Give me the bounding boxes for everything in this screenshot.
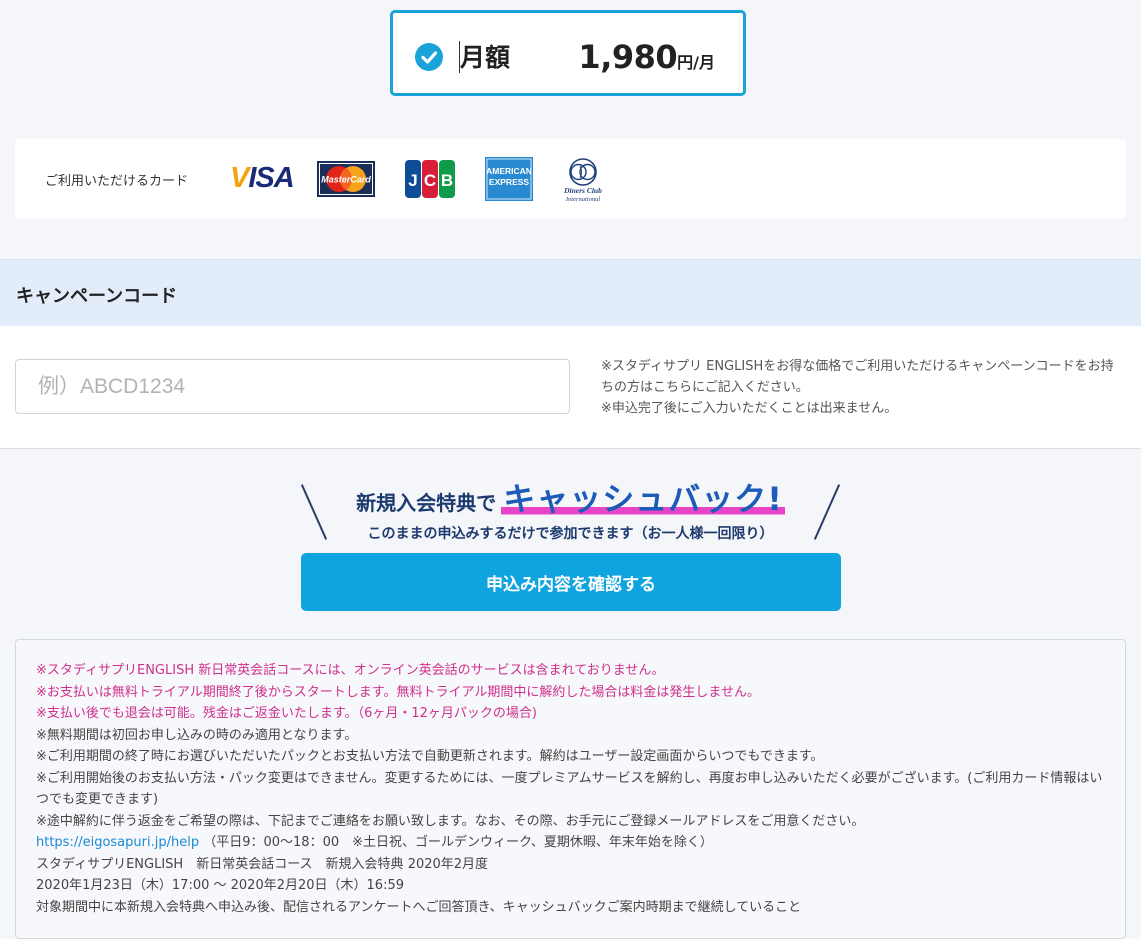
amex-logo-icon: AMERICAN EXPRESS	[485, 157, 533, 201]
mastercard-logo-icon: MasterCard	[317, 161, 375, 197]
note-line: ※ご利用期間の終了時にお選びいただいたパックとお支払い方法で自動更新されます。解…	[36, 749, 824, 764]
visa-logo-icon: VISA	[230, 162, 295, 194]
cashback-headline: 新規入会特典で キャッシュバック!	[0, 474, 1141, 520]
campaign-code-title: キャンペーンコード	[16, 286, 178, 307]
campaign-code-note: ※スタディサプリ ENGLISHをお得な価格でご利用いただけるキャンペーンコード…	[601, 356, 1121, 419]
accepted-cards-label: ご利用いただけるカード	[45, 174, 189, 189]
svg-text:MasterCard: MasterCard	[321, 175, 371, 185]
note-line-highlight: ※お支払いは無料トライアル期間終了後からスタートします。無料トライアル期間中に解…	[36, 684, 760, 700]
cashback-prefix: 新規入会特典で	[356, 491, 497, 515]
cashback-subtext: このままの申込みするだけで参加できます（お一人様一回限り）	[367, 526, 774, 542]
svg-text:Diners Club: Diners Club	[563, 186, 602, 195]
plan-price: 1,980円/月	[578, 39, 715, 81]
plan-price-unit: 円/月	[677, 53, 715, 72]
cashback-highlight: キャッシュバック!	[501, 474, 785, 520]
diners-logo-icon: Diners Club International	[555, 157, 611, 203]
plan-card[interactable]: 月額 1,980円/月	[390, 10, 746, 96]
terms-notes: ※スタディサプリENGLISH 新日常英会話コースには、オンライン英会話のサービ…	[15, 639, 1126, 939]
svg-text:C: C	[424, 171, 436, 190]
note-line-highlight: ※支払い後でも退会は可能。残金はご返金いたします。（6ヶ月・12ヶ月パックの場合…	[36, 706, 537, 721]
note-line: ※ご利用開始後のお支払い方法・パック変更はできません。変更するためには、一度プレ…	[36, 770, 1103, 808]
svg-text:EXPRESS: EXPRESS	[489, 177, 529, 187]
campaign-code-input[interactable]	[15, 359, 570, 414]
jcb-logo-icon: J C B	[404, 159, 456, 199]
campaign-code-header: キャンペーンコード	[0, 259, 1141, 326]
help-hours: （平日9：00〜18：00 ※土日祝、ゴールデンウィーク、夏期休暇、年末年始を除…	[203, 835, 713, 850]
help-line: https://eigosapuri.jp/help （平日9：00〜18：00…	[36, 832, 1105, 854]
note-line: ※途中解約に伴う返金をご希望の際は、下記までご連絡をお願い致します。なお、その際…	[36, 813, 865, 829]
svg-text:J: J	[408, 171, 417, 190]
campaign-info-condition: 対象期間中に本新規入会特典へ申込み後、配信されるアンケートへご回答頂き、キャッシ…	[36, 899, 802, 915]
svg-text:B: B	[441, 171, 453, 190]
help-link[interactable]: https://eigosapuri.jp/help	[36, 835, 199, 850]
campaign-note-line: ※申込完了後にご入力いただくことは出来ません。	[601, 401, 898, 416]
campaign-info-period: 2020年1月23日（木）17:00 〜 2020年2月20日（木）16:59	[36, 878, 404, 893]
campaign-note-line: ※スタディサプリ ENGLISHをお得な価格でご利用いただけるキャンペーンコード…	[601, 359, 1114, 395]
check-circle-icon	[415, 43, 443, 71]
svg-text:International: International	[565, 196, 600, 203]
accepted-cards: ご利用いただけるカード VISA MasterCard J C B AMERIC…	[15, 139, 1126, 219]
campaign-info-title: スタディサプリENGLISH 新日常英会話コース 新規入会特典 2020年2月度	[36, 856, 489, 872]
confirm-application-button[interactable]: 申込み内容を確認する	[301, 553, 841, 611]
campaign-code-body: ※スタディサプリ ENGLISHをお得な価格でご利用いただけるキャンペーンコード…	[0, 326, 1141, 449]
note-line-highlight: ※スタディサプリENGLISH 新日常英会話コースには、オンライン英会話のサービ…	[36, 663, 665, 678]
plan-name: 月額	[460, 43, 511, 72]
plan-price-amount: 1,980	[578, 38, 678, 76]
note-line: ※無料期間は初回お申し込みの時のみ適用となります。	[36, 727, 358, 743]
svg-text:AMERICAN: AMERICAN	[486, 166, 532, 176]
